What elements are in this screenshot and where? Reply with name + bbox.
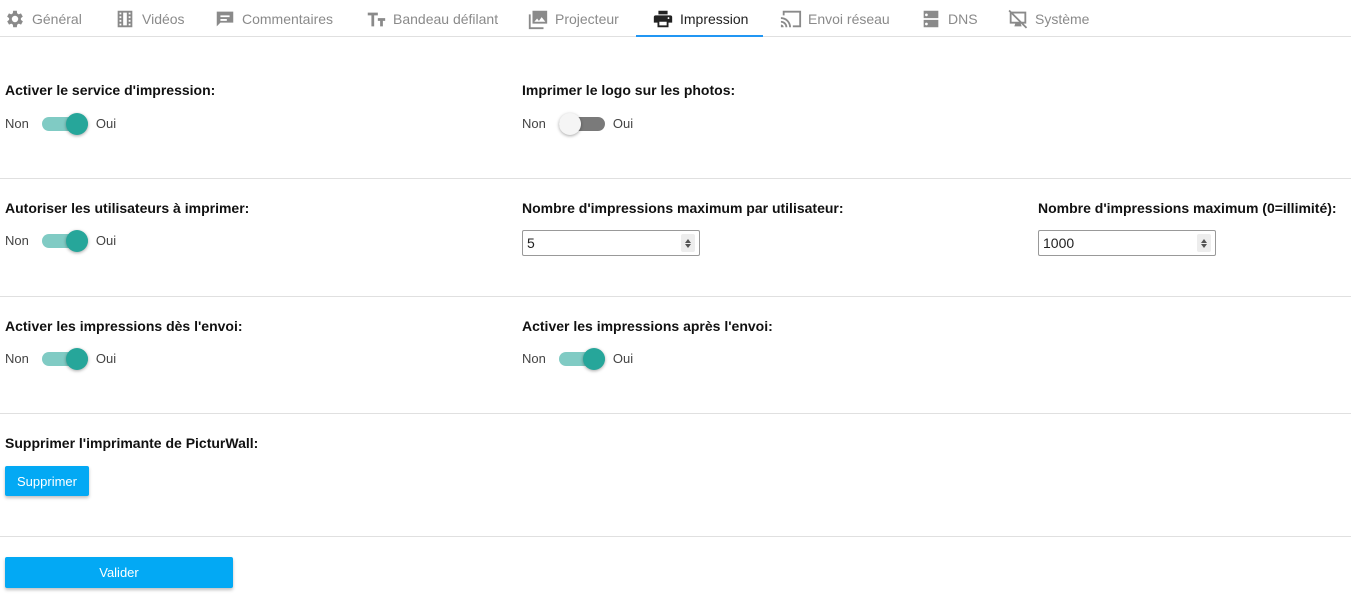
max-per-user-label: Nombre d'impressions maximum par utilisa…	[522, 200, 844, 216]
max-total-input[interactable]: 1000	[1038, 230, 1216, 256]
toggle-switch[interactable]	[558, 347, 605, 371]
max-total-label: Nombre d'impressions maximum (0=illimité…	[1038, 200, 1337, 216]
tab-label: DNS	[948, 10, 978, 27]
toggle-off-label: Non	[522, 116, 546, 131]
dns-icon	[923, 10, 939, 27]
tab-label: Commentaires	[242, 10, 334, 27]
tab-envoi-reseau[interactable]: Envoi réseau	[776, 0, 890, 37]
toggle-off-label: Non	[522, 351, 546, 366]
tab-label: Envoi réseau	[808, 10, 890, 27]
tab-label: Impression	[680, 10, 749, 27]
tab-systeme[interactable]: Système	[1003, 0, 1089, 37]
toggle-on-label: Oui	[612, 116, 634, 131]
section-divider	[0, 296, 1351, 297]
tab-projecteur[interactable]: Projecteur	[523, 0, 619, 37]
tab-bandeau-defilant[interactable]: Bandeau défilant	[361, 0, 498, 37]
section-divider	[0, 413, 1351, 414]
cast-icon	[780, 10, 802, 27]
tab-label: Projecteur	[555, 10, 619, 27]
print-service-label: Activer le service d'impression:	[5, 82, 216, 98]
toggle-switch[interactable]	[41, 347, 88, 371]
section-divider	[0, 536, 1351, 537]
toggle-switch[interactable]	[41, 229, 88, 253]
allow-users-label: Autoriser les utilisateurs à imprimer:	[5, 200, 250, 216]
system-icon	[1008, 9, 1028, 29]
toggle-off-label: Non	[5, 116, 29, 131]
number-value: 5	[527, 235, 535, 251]
tab-videos[interactable]: Vidéos	[110, 0, 185, 37]
remove-printer-label: Supprimer l'imprimante de PicturWall:	[5, 435, 259, 451]
toggle-knob	[65, 230, 88, 252]
tab-impression[interactable]: Impression	[648, 0, 748, 37]
print-on-send-toggle[interactable]: Non Oui	[5, 347, 116, 371]
tab-general[interactable]: Général	[0, 0, 82, 37]
active-tab-indicator	[636, 35, 763, 37]
gear-icon	[7, 10, 23, 27]
max-per-user-input[interactable]: 5	[522, 230, 700, 256]
number-stepper[interactable]	[1197, 234, 1211, 252]
allow-users-toggle[interactable]: Non Oui	[5, 229, 116, 253]
print-logo-toggle[interactable]: Non Oui	[522, 112, 633, 136]
tab-commentaires[interactable]: Commentaires	[210, 0, 333, 37]
submit-button[interactable]: Valider	[5, 557, 233, 588]
toggle-switch[interactable]	[558, 112, 605, 136]
printer-icon	[653, 10, 673, 27]
text-size-icon	[367, 12, 386, 26]
tab-label: Système	[1035, 10, 1090, 27]
toggle-off-label: Non	[5, 351, 29, 366]
print-logo-label: Imprimer le logo sur les photos:	[522, 82, 736, 98]
print-after-send-toggle[interactable]: Non Oui	[522, 347, 633, 371]
print-service-toggle[interactable]: Non Oui	[5, 112, 116, 136]
tab-dns[interactable]: DNS	[916, 0, 978, 37]
toggle-on-label: Oui	[95, 116, 117, 131]
tab-label: Vidéos	[142, 10, 185, 27]
print-after-send-label: Activer les impressions après l'envoi:	[522, 318, 773, 334]
number-stepper[interactable]	[681, 234, 695, 252]
toggle-knob	[65, 113, 88, 135]
film-icon	[117, 10, 133, 27]
photo-library-icon	[528, 10, 548, 29]
toggle-off-label: Non	[5, 233, 29, 248]
toggle-knob	[558, 113, 581, 135]
toggle-knob	[65, 348, 88, 370]
section-divider	[0, 178, 1351, 179]
comment-icon	[216, 11, 234, 26]
toggle-switch[interactable]	[41, 112, 88, 136]
tab-label: Bandeau défilant	[393, 10, 499, 27]
number-value: 1000	[1043, 235, 1075, 251]
remove-printer-button[interactable]: Supprimer	[5, 466, 89, 496]
print-on-send-label: Activer les impressions dès l'envoi:	[5, 318, 243, 334]
toggle-knob	[582, 348, 605, 370]
tab-label: Général	[32, 10, 82, 27]
toggle-on-label: Oui	[95, 233, 117, 248]
toggle-on-label: Oui	[95, 351, 117, 366]
toggle-on-label: Oui	[612, 351, 634, 366]
tab-bar: Général Vidéos Commentaires Bandeau défi…	[0, 0, 1351, 37]
